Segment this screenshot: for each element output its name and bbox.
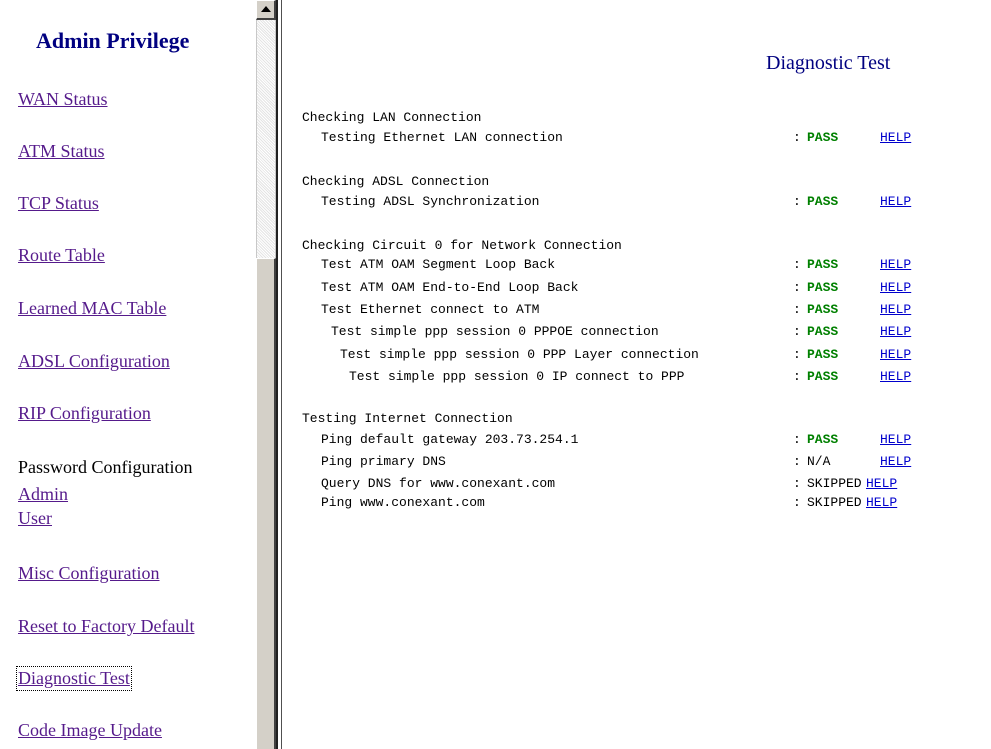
test-result: PASS	[807, 432, 839, 447]
nav-learned-mac-table[interactable]: Learned MAC Table	[18, 298, 166, 319]
test-row: Testing Ethernet LAN connection : PASS H…	[288, 130, 978, 148]
help-link[interactable]: HELP	[880, 454, 911, 469]
test-result: PASS	[807, 257, 839, 272]
result-separator: :	[793, 347, 801, 362]
section-title-adsl: Checking ADSL Connection	[302, 174, 490, 189]
test-result: PASS	[807, 369, 839, 384]
help-link[interactable]: HELP	[880, 432, 911, 447]
test-row: Test ATM OAM Segment Loop Back : PASS HE…	[288, 257, 978, 275]
test-row: Test simple ppp session 0 PPPOE connecti…	[288, 324, 978, 342]
test-row: Ping primary DNS : N/A HELP	[288, 454, 978, 472]
test-row: Ping www.conexant.com : SKIPPED HELP	[288, 495, 978, 513]
result-separator: :	[793, 130, 801, 145]
test-result: SKIPPED	[807, 476, 862, 491]
test-label: Test ATM OAM Segment Loop Back	[321, 257, 556, 272]
test-label: Ping default gateway 203.73.254.1	[321, 432, 579, 447]
test-row: Test ATM OAM End-to-End Loop Back : PASS…	[288, 280, 978, 298]
result-separator: :	[793, 432, 801, 447]
help-link[interactable]: HELP	[866, 495, 897, 510]
test-label: Test ATM OAM End-to-End Loop Back	[321, 280, 579, 295]
test-label: Query DNS for www.conexant.com	[321, 476, 556, 491]
scrollbar-thumb[interactable]	[256, 258, 276, 749]
sidebar: Admin Privilege WAN Status ATM Status TC…	[0, 0, 255, 749]
test-row: Test simple ppp session 0 PPP Layer conn…	[288, 347, 978, 365]
test-label: Testing ADSL Synchronization	[321, 194, 540, 209]
nav-route-table[interactable]: Route Table	[18, 245, 105, 266]
nav-wan-status[interactable]: WAN Status	[18, 89, 108, 110]
scroll-up-arrow-icon	[261, 6, 271, 12]
test-label: Test simple ppp session 0 IP connect to …	[349, 369, 685, 384]
result-separator: :	[793, 324, 801, 339]
test-result: PASS	[807, 347, 839, 362]
help-link[interactable]: HELP	[880, 324, 911, 339]
scroll-up-button[interactable]	[256, 0, 276, 20]
nav-reset-factory-default[interactable]: Reset to Factory Default	[18, 616, 194, 637]
help-link[interactable]: HELP	[880, 130, 911, 145]
result-separator: :	[793, 495, 801, 510]
sidebar-title: Admin Privilege	[36, 28, 190, 53]
section-title-circuit: Checking Circuit 0 for Network Connectio…	[302, 238, 622, 253]
result-separator: :	[793, 280, 801, 295]
nav-atm-status[interactable]: ATM Status	[18, 141, 105, 162]
test-result: PASS	[807, 302, 839, 317]
test-row: Query DNS for www.conexant.com : SKIPPED…	[288, 476, 978, 494]
page-title: Diagnostic Test	[766, 52, 891, 74]
nav-password-configuration-label: Password Configuration	[18, 457, 193, 477]
help-link[interactable]: HELP	[880, 369, 911, 384]
test-result: N/A	[807, 454, 831, 469]
test-label: Ping www.conexant.com	[321, 495, 485, 510]
nav-password-admin[interactable]: Admin	[18, 484, 68, 505]
test-result: SKIPPED	[807, 495, 862, 510]
result-separator: :	[793, 194, 801, 209]
main-content: Diagnostic Test Checking LAN Connection …	[288, 0, 991, 749]
result-separator: :	[793, 454, 801, 469]
help-link[interactable]: HELP	[866, 476, 897, 491]
result-separator: :	[793, 257, 801, 272]
nav-password-user[interactable]: User	[18, 508, 52, 529]
test-label: Test simple ppp session 0 PPP Layer conn…	[340, 347, 699, 362]
help-link[interactable]: HELP	[880, 194, 911, 209]
nav-rip-configuration[interactable]: RIP Configuration	[18, 403, 151, 424]
test-result: PASS	[807, 194, 839, 209]
nav-adsl-configuration[interactable]: ADSL Configuration	[18, 351, 170, 372]
test-row: Testing ADSL Synchronization : PASS HELP	[288, 194, 978, 212]
test-label: Testing Ethernet LAN connection	[321, 130, 563, 145]
test-label: Ping primary DNS	[321, 454, 446, 469]
test-result: PASS	[807, 280, 839, 295]
test-label: Test Ethernet connect to ATM	[321, 302, 540, 317]
help-link[interactable]: HELP	[880, 257, 911, 272]
test-row: Test simple ppp session 0 IP connect to …	[288, 369, 978, 387]
nav-misc-configuration[interactable]: Misc Configuration	[18, 563, 160, 584]
nav-code-image-update[interactable]: Code Image Update	[18, 720, 162, 741]
test-row: Test Ethernet connect to ATM : PASS HELP	[288, 302, 978, 320]
test-result: PASS	[807, 130, 839, 145]
section-title-lan: Checking LAN Connection	[302, 110, 482, 125]
nav-diagnostic-test[interactable]: Diagnostic Test	[16, 666, 132, 691]
nav-tcp-status[interactable]: TCP Status	[18, 193, 99, 214]
help-link[interactable]: HELP	[880, 280, 911, 295]
help-link[interactable]: HELP	[880, 302, 911, 317]
help-link[interactable]: HELP	[880, 347, 911, 362]
test-row: Ping default gateway 203.73.254.1 : PASS…	[288, 432, 978, 450]
test-label: Test simple ppp session 0 PPPOE connecti…	[331, 324, 659, 339]
result-separator: :	[793, 476, 801, 491]
frame-divider[interactable]	[276, 0, 288, 749]
section-title-internet: Testing Internet Connection	[302, 411, 513, 426]
test-result: PASS	[807, 324, 839, 339]
result-separator: :	[793, 369, 801, 384]
result-separator: :	[793, 302, 801, 317]
